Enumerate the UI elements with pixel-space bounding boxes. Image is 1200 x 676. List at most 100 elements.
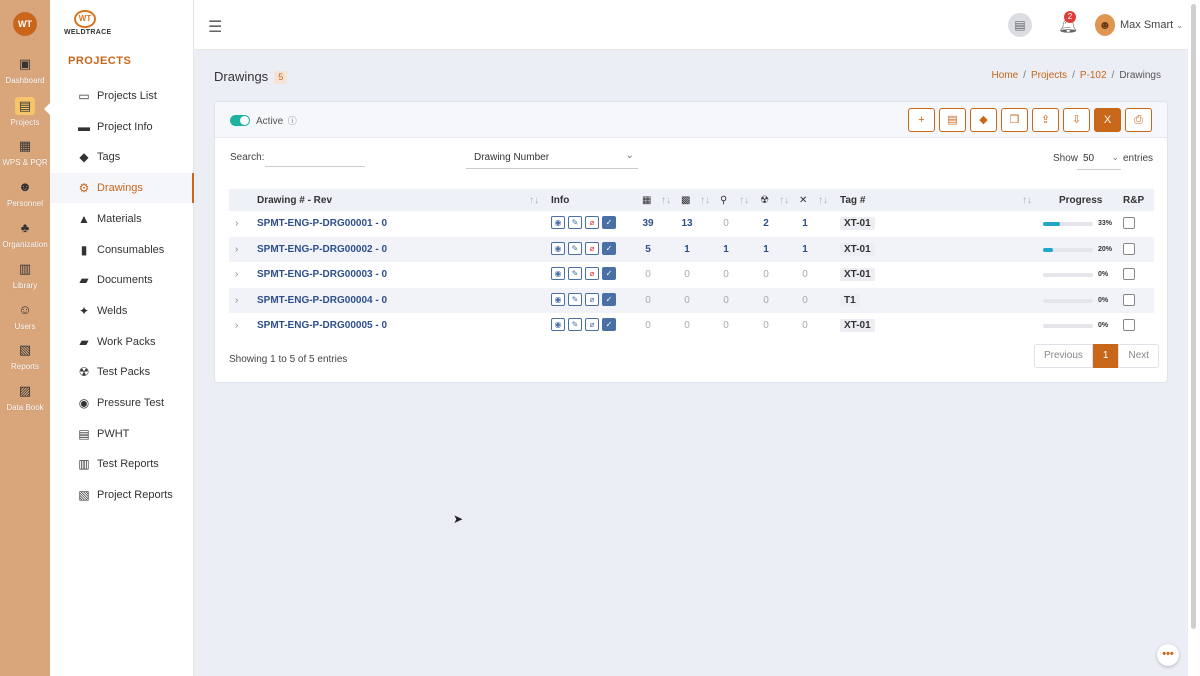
checklist-icon[interactable]: ✓ [602,216,616,229]
sort-icon[interactable]: ↑↓ [700,195,710,206]
count-c5[interactable]: 1 [795,244,815,255]
edit-icon[interactable]: ✎ [568,241,582,255]
search-input[interactable] [265,149,365,167]
radiation-icon[interactable]: ☢ [760,195,769,206]
table-row[interactable]: › SPMT-ENG-P-DRG00003 - 0 ◉ ✎ ⌀ ✓ 0 0 0 0 0 XT-01 0% [229,262,1154,288]
rail-item-data-book[interactable]: ▨ Data Book [0,382,50,412]
sidebar-item-projects-list[interactable]: ▭ Projects List [50,81,194,111]
sidebar-item-project-reports[interactable]: ▧ Project Reports [50,480,194,510]
drawing-link[interactable]: SPMT-ENG-P-DRG00003 - 0 [257,269,387,280]
calendar-check-icon[interactable]: ▩ [681,195,690,206]
sidebar-item-project-info[interactable]: ▬ Project Info [50,112,194,142]
sort-icon[interactable]: ↑↓ [779,195,789,206]
drawing-link[interactable]: SPMT-ENG-P-DRG00004 - 0 [257,295,387,306]
rail-item-dashboard[interactable]: ▣ Dashboard [0,55,50,85]
sidebar-item-work-packs[interactable]: ▰ Work Packs [50,327,194,357]
edit-icon[interactable]: ✎ [568,267,582,281]
rp-checkbox[interactable] [1123,319,1135,332]
sort-icon[interactable]: ↑↓ [661,195,671,206]
sidebar-item-pressure-test[interactable]: ◉ Pressure Test [50,388,194,418]
app-logo-icon[interactable]: WT [13,12,37,36]
calendar-icon[interactable]: ▦ [642,195,651,206]
sidebar-item-consumables[interactable]: ▮ Consumables [50,235,194,265]
active-toggle[interactable] [230,115,250,126]
checklist-icon[interactable]: ✓ [602,241,616,255]
drawing-link[interactable]: SPMT-ENG-P-DRG00001 - 0 [257,218,387,229]
rail-item-users[interactable]: ☺ Users [0,301,50,331]
checklist-icon[interactable]: ✓ [602,292,616,306]
col-drawing[interactable]: Drawing # - Rev [257,195,332,206]
rp-checkbox[interactable] [1123,293,1135,306]
rail-item-reports[interactable]: ▧ Reports [0,341,50,371]
attachment-icon[interactable]: ⌀ [585,241,599,255]
rp-checkbox[interactable] [1123,242,1135,255]
rail-item-projects[interactable]: ▤ Projects [0,97,50,127]
edit-icon[interactable]: ✎ [568,292,582,306]
sidebar-item-materials[interactable]: ▲ Materials [50,204,194,234]
sidebar-item-welds[interactable]: ✦ Welds [50,296,194,326]
sidebar-item-test-packs[interactable]: ☢ Test Packs [50,357,194,387]
table-row[interactable]: › SPMT-ENG-P-DRG00001 - 0 ◉ ✎ ⌀ ✓ 39 13 0 2 1 XT-01… [229,211,1154,237]
table-row[interactable]: › SPMT-ENG-P-DRG00002 - 0 ◉ ✎ ⌀ ✓ 5 1 1 1 1 XT-01 20… [229,236,1154,263]
page-1-button[interactable]: 1 [1092,344,1119,368]
sidebar-item-tags[interactable]: ◆ Tags [50,142,194,172]
count-c1[interactable]: 5 [638,244,658,255]
scrollbar-thumb[interactable] [1191,4,1196,629]
count-c1[interactable]: 39 [638,218,658,229]
breadcrumb-projects[interactable]: Projects [1031,70,1067,81]
expand-row-icon[interactable]: › [235,218,238,229]
print-button[interactable]: ⎙ [1125,108,1152,132]
sort-icon[interactable]: ↑↓ [1022,195,1032,206]
expand-row-icon[interactable]: › [235,269,238,280]
user-menu[interactable]: Max Smart ⌄ [1120,19,1183,31]
view-icon[interactable]: ◉ [551,241,565,255]
table-row[interactable]: › SPMT-ENG-P-DRG00004 - 0 ◉ ✎ ⌀ ✓ 0 0 0 0 0 T1 0% [229,287,1154,314]
sidebar-item-drawings[interactable]: ⚙ Drawings [50,173,194,204]
page-size-select[interactable]: 50 ⌄ [1077,148,1121,170]
attachment-icon[interactable]: ⌀ [585,292,599,306]
attachment-icon[interactable]: ⌀ [585,318,599,332]
count-c2[interactable]: 13 [677,218,697,229]
count-c2[interactable]: 1 [677,244,697,255]
list-button[interactable]: ▤ [939,108,966,132]
rail-item-wps-pqr[interactable]: ▦ WPS & PQR [0,137,50,167]
sort-icon[interactable]: ↑↓ [818,195,828,206]
more-options-button[interactable]: ••• [1157,644,1179,666]
expand-row-icon[interactable]: › [235,320,238,331]
edit-icon[interactable]: ✎ [568,318,582,332]
previous-page-button[interactable]: Previous [1034,344,1093,368]
rail-item-organization[interactable]: ♣ Organization [0,219,50,249]
breadcrumb-home[interactable]: Home [991,70,1018,81]
sort-asc-icon[interactable]: ↑↓ [529,195,539,206]
rail-item-personnel[interactable]: ☻ Personnel [0,178,50,208]
brand-logo[interactable]: WT WELDTRACE [64,10,111,36]
count-c5[interactable]: 1 [795,218,815,229]
download-button[interactable]: ⇩ [1063,108,1090,132]
page-scrollbar[interactable] [1188,0,1200,676]
user-avatar[interactable]: ☻ [1095,14,1115,36]
view-icon[interactable]: ◉ [551,216,565,229]
plus-button[interactable]: + [908,108,935,132]
sidebar-item-test-reports[interactable]: ▥ Test Reports [50,449,194,479]
view-icon[interactable]: ◉ [551,267,565,281]
excel-button[interactable]: X [1094,108,1121,132]
inspect-search-icon[interactable]: ⚲ [720,195,727,206]
edit-icon[interactable]: ✎ [568,216,582,229]
sort-icon[interactable]: ↑↓ [739,195,749,206]
search-column-select[interactable]: Drawing Number ⌄ [466,147,638,169]
book-icon[interactable]: ▤ [1008,13,1032,37]
upload-button[interactable]: ⇪ [1032,108,1059,132]
view-icon[interactable]: ◉ [551,292,565,306]
drawing-link[interactable]: SPMT-ENG-P-DRG00002 - 0 [257,244,387,255]
sidebar-item-pwht[interactable]: ▤ PWHT [50,419,194,449]
drawing-link[interactable]: SPMT-ENG-P-DRG00005 - 0 [257,320,387,331]
count-c4[interactable]: 2 [756,218,776,229]
breadcrumb-project[interactable]: P-102 [1080,70,1107,81]
view-icon[interactable]: ◉ [551,318,565,332]
rejected-x-icon[interactable]: ✕ [799,195,807,206]
attachment-icon[interactable]: ⌀ [585,267,599,281]
attachment-icon[interactable]: ⌀ [585,216,599,229]
info-icon[interactable]: ⓘ [285,116,297,126]
menu-toggle-icon[interactable]: ☰ [208,17,222,37]
expand-row-icon[interactable]: › [235,295,238,306]
